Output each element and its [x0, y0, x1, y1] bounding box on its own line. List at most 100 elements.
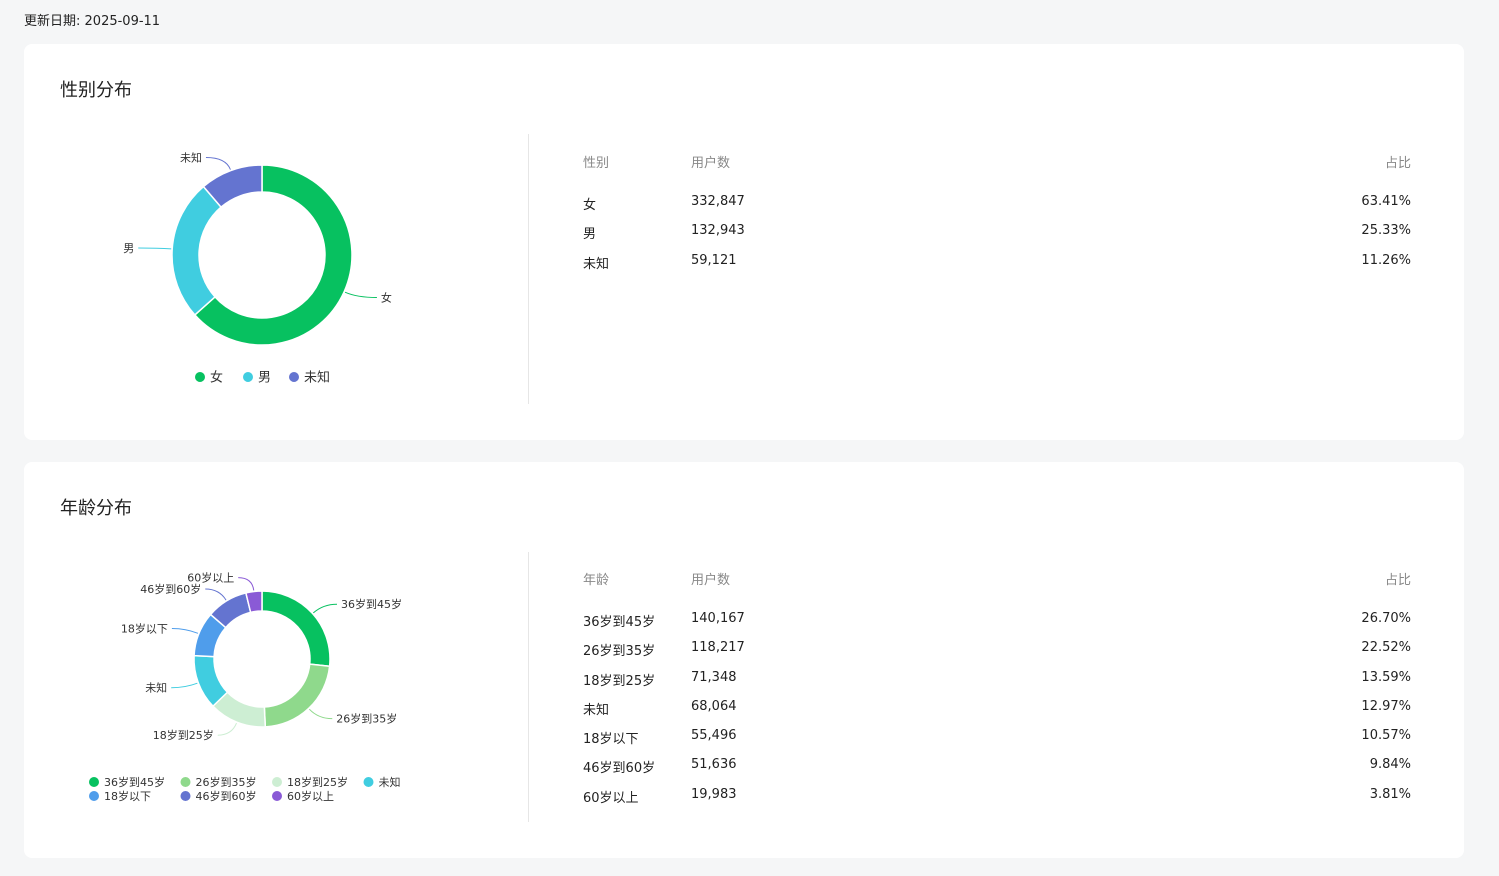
- table-cell: 10.57%: [1361, 728, 1411, 744]
- gender-header-cell: 占比: [1384, 156, 1411, 171]
- gender-card: 性别分布 女男未知女男未知 性别 用户数 占比女 332,847 63.41% 男 132,…: [24, 44, 1464, 440]
- age-header-cell: 用户数: [691, 573, 731, 588]
- age-leader-6: [238, 577, 255, 591]
- age-legend-dot-3[interactable]: [363, 777, 374, 787]
- gender-leader-2: [205, 156, 231, 170]
- age-slice-label-6: 60岁以上: [187, 571, 234, 585]
- age-legend-dot-4[interactable]: [89, 791, 99, 801]
- table-row: 26岁到35岁 118,217 22.52%: [583, 640, 1411, 669]
- age-leader-0: [312, 603, 338, 614]
- age-legend-dot-5[interactable]: [180, 791, 191, 801]
- age-header-cell: 占比: [1384, 573, 1411, 588]
- table-cell: 55,496: [691, 728, 737, 744]
- age-legend-label-3[interactable]: 未知: [379, 775, 401, 789]
- table-row: 46岁到60岁 51,636 9.84%: [583, 757, 1411, 786]
- table-cell: 19,983: [691, 786, 737, 802]
- gender-legend-label-1[interactable]: 男: [258, 371, 271, 386]
- table-cell: 12.97%: [1361, 698, 1411, 714]
- table-cell: 46岁到60岁: [583, 761, 656, 777]
- age-slice-label-1: 26岁到35岁: [336, 712, 397, 726]
- table-cell: 18岁到25岁: [583, 673, 656, 689]
- gender-donut-chart: 女男未知女男未知: [123, 150, 392, 386]
- table-cell: 25.33%: [1361, 223, 1411, 239]
- age-header-cell: 年龄: [583, 573, 610, 588]
- age-slice-1[interactable]: [263, 663, 331, 728]
- table-cell: 26.70%: [1361, 611, 1411, 626]
- age-legend-label-1[interactable]: 26岁到35岁: [196, 775, 257, 789]
- table-cell: 未知: [583, 702, 610, 718]
- table-row: 60岁以上 19,983 3.81%: [583, 787, 1411, 816]
- update-value: 2025-09-11: [84, 14, 161, 29]
- age-leader-1: [308, 708, 333, 720]
- table-cell: 63.41%: [1361, 194, 1411, 209]
- age-slice-label-3: 未知: [145, 681, 167, 695]
- gender-header-cell: 性别: [583, 156, 610, 171]
- age-card: 年龄分布 36岁到45岁 26岁到35岁 18岁到25岁 未知 18岁以下 46岁到60岁…: [24, 462, 1464, 858]
- age-leader-2: [217, 722, 237, 736]
- table-cell: 118,217: [691, 640, 745, 656]
- age-leader-4: [171, 627, 199, 634]
- gender-divider: [528, 134, 529, 404]
- age-divider: [528, 552, 529, 822]
- table-cell: 未知: [583, 256, 610, 272]
- table-row: 36岁到45岁 140,167 26.70%: [583, 611, 1411, 640]
- gender-leader-0: [344, 291, 377, 299]
- table-cell: 女: [583, 198, 597, 213]
- age-legend-label-6[interactable]: 60岁以上: [287, 789, 334, 803]
- age-legend-label-5[interactable]: 46岁到60岁: [196, 789, 257, 803]
- table-cell: 男: [583, 227, 597, 243]
- age-leader-5: [205, 588, 227, 601]
- table-row: 女 332,847 63.41%: [583, 194, 1411, 223]
- table-cell: 22.52%: [1361, 640, 1411, 656]
- gender-table-header: 性别 用户数 占比: [583, 152, 1411, 194]
- gender-legend-dot-2[interactable]: [289, 372, 299, 382]
- gender-header-cell: 用户数: [691, 156, 731, 171]
- table-cell: 11.26%: [1361, 252, 1411, 268]
- table-cell: 59,121: [691, 252, 737, 268]
- update-label: 更新日期:: [24, 14, 81, 29]
- update-date: 更新日期: 2025-09-11: [24, 10, 160, 29]
- age-legend-dot-0[interactable]: [89, 777, 99, 787]
- age-leader-3: [171, 682, 198, 689]
- gender-table: 性别 用户数 占比女 332,847 63.41% 男 132,943 25.33% 未知 59,…: [583, 152, 1411, 282]
- table-row: 男 132,943 25.33%: [583, 223, 1411, 252]
- gender-slice-label-1: 男: [123, 242, 134, 255]
- table-cell: 9.84%: [1369, 757, 1411, 773]
- table-cell: 68,064: [691, 698, 737, 714]
- age-donut-chart: 36岁到45岁26岁到35岁18岁到25岁未知18岁以下46岁到60岁60岁以上…: [89, 571, 402, 803]
- age-legend-dot-1[interactable]: [180, 777, 191, 787]
- table-row: 未知 68,064 12.97%: [583, 699, 1411, 728]
- age-slice-label-2: 18岁到25岁: [153, 728, 214, 742]
- age-slice-label-0: 36岁到45岁: [341, 597, 402, 611]
- age-legend-dot-2[interactable]: [272, 777, 282, 787]
- table-row: 18岁以下 55,496 10.57%: [583, 728, 1411, 757]
- gender-legend-dot-1[interactable]: [243, 372, 253, 382]
- table-cell: 18岁以下: [583, 732, 639, 748]
- table-cell: 132,943: [691, 223, 745, 239]
- table-cell: 60岁以上: [583, 790, 639, 806]
- gender-slice-label-2: 未知: [180, 150, 202, 164]
- age-legend-dot-6[interactable]: [272, 791, 282, 801]
- age-legend-label-4[interactable]: 18岁以下: [104, 789, 151, 803]
- age-legend-label-0[interactable]: 36岁到45岁: [104, 775, 165, 789]
- gender-legend-label-2[interactable]: 未知: [304, 370, 330, 386]
- gender-legend-label-0[interactable]: 女: [210, 370, 223, 386]
- gender-leader-1: [138, 247, 172, 250]
- age-slice-0[interactable]: [261, 590, 331, 668]
- age-slice-label-4: 18岁以下: [121, 621, 168, 635]
- gender-slice-label-0: 女: [381, 291, 392, 305]
- table-cell: 332,847: [691, 194, 745, 209]
- table-cell: 3.81%: [1369, 786, 1411, 802]
- table-cell: 26岁到35岁: [583, 644, 656, 660]
- age-table-header: 年龄 用户数 占比: [583, 569, 1411, 611]
- table-row: 未知 59,121 11.26%: [583, 253, 1411, 282]
- table-cell: 140,167: [691, 611, 745, 626]
- age-legend-label-2[interactable]: 18岁到25岁: [287, 775, 348, 789]
- table-cell: 13.59%: [1361, 669, 1411, 685]
- gender-slice-1[interactable]: [171, 185, 223, 316]
- table-cell: 71,348: [691, 669, 737, 685]
- table-cell: 36岁到45岁: [583, 615, 656, 630]
- age-table: 年龄 用户数 占比 36岁到45岁 140,167 26.70% 26岁到35岁 118,21…: [583, 569, 1411, 816]
- gender-legend-dot-0[interactable]: [195, 372, 205, 382]
- table-row: 18岁到25岁 71,348 13.59%: [583, 670, 1411, 699]
